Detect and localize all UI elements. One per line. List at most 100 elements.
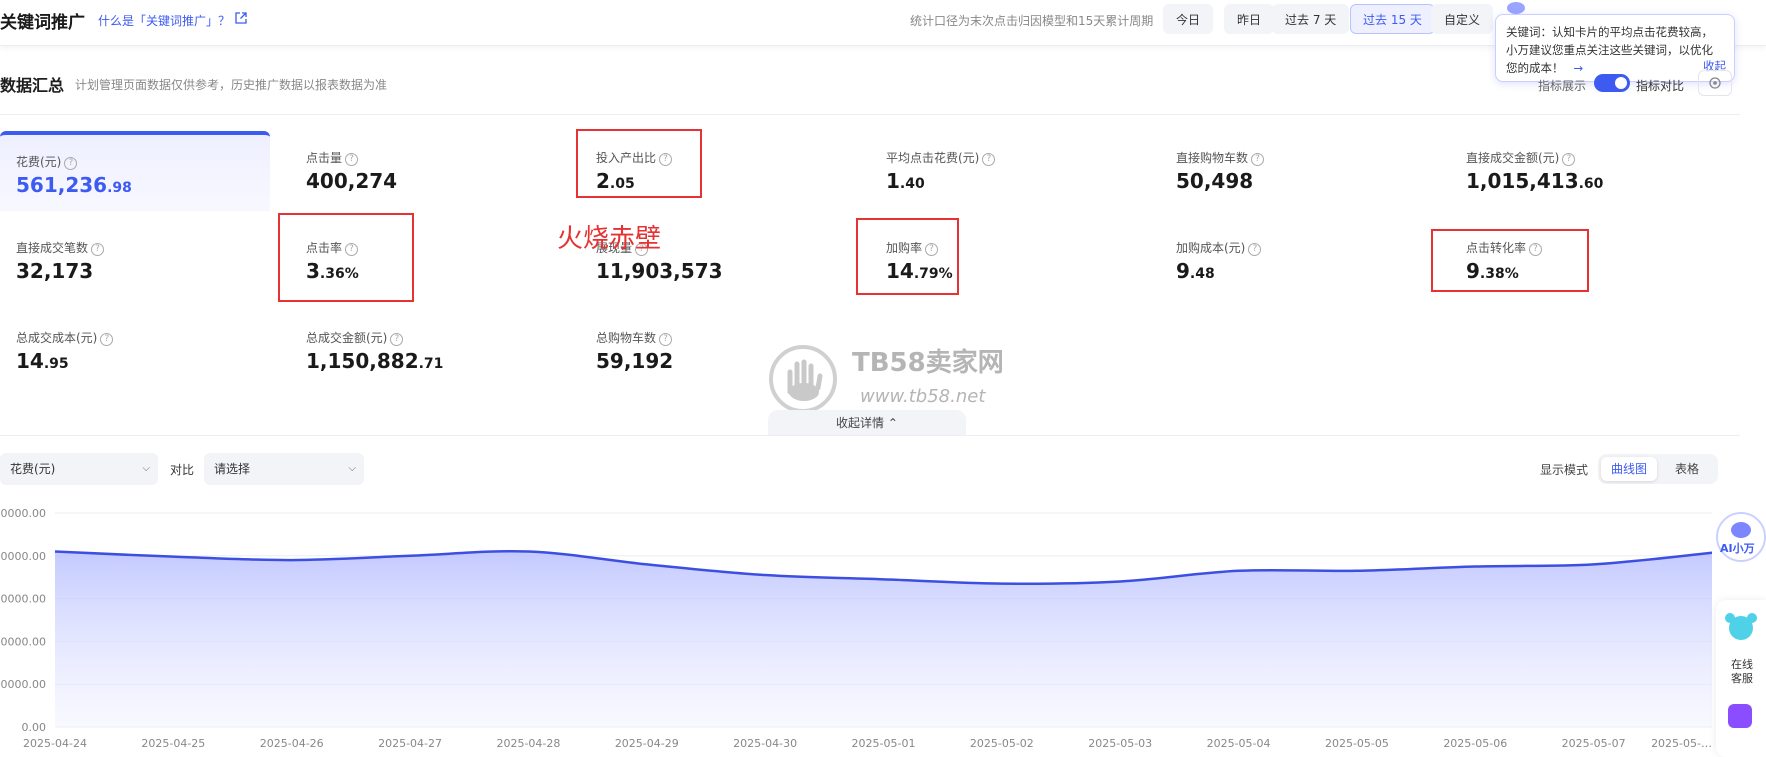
help-icon[interactable]: ? [659,333,673,346]
help-icon[interactable]: ? [1248,243,1262,256]
external-link-icon[interactable] [234,11,248,25]
what-is-link[interactable]: 什么是「关键词推广」？ [98,12,230,29]
divider [0,435,1740,436]
mode-curve-button[interactable]: 曲线图 [1601,457,1657,481]
metric-card[interactable]: 总成交成本(元)? 14.95 [0,311,270,391]
online-service-button[interactable]: 在线客服 [1729,658,1755,686]
display-mode-label: 显示模式 [1540,463,1589,477]
y-tick-label: 30000.00 [0,593,46,606]
watermark-brand: TB58卖家网 [852,348,1004,378]
metric-value: 11,903,573 [596,259,723,283]
help-icon[interactable]: ? [1562,153,1576,166]
metric-label: 点击量 [306,151,343,165]
x-tick-label: 2025-04-26 [260,737,324,750]
metric-label: 平均点击花费(元) [886,151,980,165]
y-tick-label: 0.00 [22,721,47,734]
help-icon[interactable]: ? [345,153,359,166]
metric-card[interactable]: 花费(元)? 561,236.98 [0,131,270,211]
metric-card[interactable]: 点击量? 400,274 [290,131,560,211]
x-tick-label: 2025-05-03 [1088,737,1152,750]
metric-label: 总成交金额(元) [306,331,388,345]
watermark-url: www.tb58.net [860,386,986,407]
help-icon[interactable]: ? [64,157,78,170]
x-tick-label: 2025-05-05 [1325,737,1389,750]
annotation-text: 火烧赤壁 [557,224,662,254]
divider [0,114,1740,115]
range-today-button[interactable]: 今日 [1163,4,1214,34]
x-tick-label: 2025-04-29 [615,737,679,750]
x-tick-label: 2025-05-06 [1443,737,1507,750]
metric-card[interactable]: 直接成交笔数? 32,173 [0,221,270,301]
metric-value: 50,498 [1176,169,1254,193]
x-tick-label: 2025-05-04 [1207,737,1271,750]
y-tick-label: 50000.00 [0,507,46,520]
metric-card[interactable]: 直接成交金额(元)? 1,015,413.60 [1450,131,1720,211]
annotation-box [856,218,959,295]
trend-chart: 50000.00 40000.00 30000.00 20000.00 10000.00… [0,507,1712,750]
stat-note: 统计口径为末次点击归因模型和15天累计周期 [910,14,1154,28]
help-icon[interactable]: ? [100,333,114,346]
metric-value: 400,274 [306,169,398,193]
toggle-left-label: 指标展示 [1538,79,1587,93]
metric-value: 14.95 [16,349,69,373]
range-custom-button[interactable]: 自定义 [1431,4,1494,34]
metric-label: 加购成本(元) [1176,241,1246,255]
x-tick-label: 2025-05-01 [852,737,916,750]
gift-icon[interactable] [1728,704,1752,728]
metric-label: 总购物车数 [596,331,657,345]
annotation-box [1431,229,1589,292]
x-tick-label: 2025-04-24 [23,737,87,750]
summary-title: 数据汇总 [0,76,65,95]
area-fill [55,551,1712,727]
metric-card[interactable]: 总成交金额(元)? 1,150,882.71 [290,311,560,391]
metric-label: 直接成交笔数 [16,241,89,255]
tip-text: 关键词：认知卡片的平均点击花费较高，小万建议您重点关注这些关键词，以优化您的成本… [1506,25,1713,75]
tip-arrow[interactable]: → [1574,61,1584,75]
metric-value: 59,192 [596,349,674,373]
range-7days-button[interactable]: 过去 7 天 [1272,4,1350,34]
annotation-box [278,213,414,302]
x-tick-label: 2025-05-07 [1562,737,1626,750]
y-tick-label: 20000.00 [0,635,46,648]
metric-label: 直接购物车数 [1176,151,1249,165]
watermark-hand-icon [769,345,837,413]
page-title: 关键词推广 [0,13,85,33]
y-tick-label: 40000.00 [0,550,46,563]
toggle-right-label: 指标对比 [1636,79,1685,93]
metric-value: 1,015,413.60 [1466,169,1604,193]
display-mode-toggle: 曲线图 表格 [1598,454,1718,484]
metric-compare-toggle[interactable] [1594,74,1630,92]
metric-value: 9.48 [1176,259,1215,283]
metric-value: 32,173 [16,259,94,283]
metric-card[interactable]: 加购成本(元)? 9.48 [1160,221,1430,301]
help-icon[interactable]: ? [982,153,996,166]
chevron-down-icon: ⌵ [142,463,150,474]
metric-label: 总成交成本(元) [16,331,98,345]
summary-note: 计划管理页面数据仅供参考，历史推广数据以报表数据为准 [75,78,388,92]
x-tick-label: 2025-04-25 [141,737,205,750]
range-yesterday-button[interactable]: 昨日 [1224,4,1275,34]
metric-label: 花费(元) [16,155,62,169]
chevron-up-icon: ⌃ [887,416,898,430]
settings-button[interactable] [1698,70,1732,96]
help-icon[interactable]: ? [1251,153,1265,166]
collapse-details-button[interactable]: 收起详情 ⌃ [768,410,966,436]
x-tick-label: 2025-04-27 [378,737,442,750]
x-tick-label: 2025-05-02 [970,737,1034,750]
x-tick-label: 2025-04-28 [496,737,560,750]
compare-label: 对比 [170,463,195,477]
service-mascot-icon [1725,613,1757,640]
x-tick-label: 2025-04-30 [733,737,797,750]
compare-select[interactable]: 请选择 ⌵ [204,453,364,485]
metric-value: 1.40 [886,169,925,193]
metric-value: 1,150,882.71 [306,349,444,373]
mode-table-button[interactable]: 表格 [1659,457,1715,481]
range-15days-button[interactable]: 过去 15 天 [1350,4,1435,34]
help-icon[interactable]: ? [390,333,404,346]
help-icon[interactable]: ? [91,243,105,256]
metric-select[interactable]: 花费(元) ⌵ [0,453,158,485]
ai-assistant-label: AI小万 [1720,542,1755,555]
chevron-down-icon: ⌵ [348,463,356,474]
metric-card[interactable]: 直接购物车数? 50,498 [1160,131,1430,211]
metric-card[interactable]: 平均点击花费(元)? 1.40 [870,131,1140,211]
